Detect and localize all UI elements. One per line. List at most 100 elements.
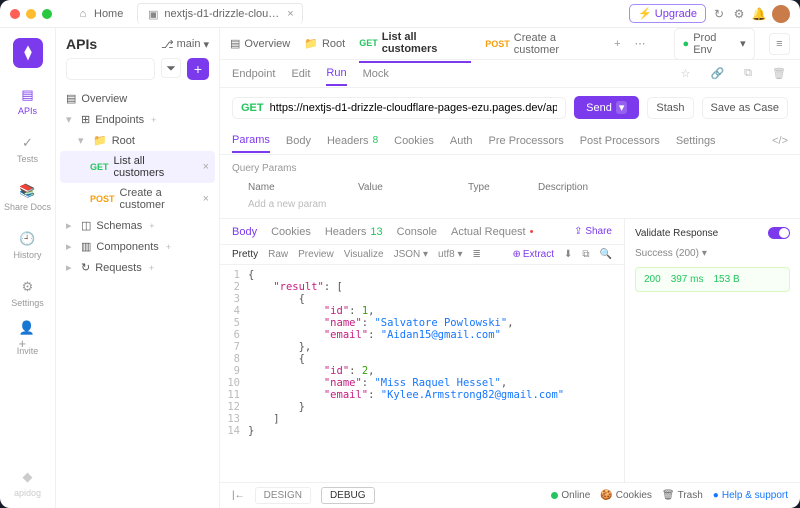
wrap-lines-icon[interactable]: ≣ xyxy=(473,249,481,260)
add-param-row[interactable]: Add a new param xyxy=(232,195,788,214)
resptab-headers[interactable]: Headers 13 xyxy=(325,222,383,242)
filter-button[interactable]: ⏷ xyxy=(161,58,181,78)
view-utf8[interactable]: utf8 ▾ xyxy=(438,249,463,260)
subtab-run[interactable]: Run xyxy=(326,62,346,86)
tree-root-folder[interactable]: ▾ 📁 Root xyxy=(60,130,215,151)
resptab-body[interactable]: Body xyxy=(232,222,257,242)
resptab-cookies[interactable]: Cookies xyxy=(271,222,311,242)
add-endpoint-icon[interactable]: + xyxy=(151,115,156,125)
gear-icon[interactable]: ⚙ xyxy=(732,7,746,21)
add-request-icon[interactable]: + xyxy=(149,263,154,273)
stash-button[interactable]: Stash xyxy=(647,97,693,119)
add-tab-button[interactable]: + xyxy=(614,38,620,50)
tree-components[interactable]: ▸ ▥ Components + xyxy=(60,236,215,257)
code-icon[interactable]: </> xyxy=(772,135,788,147)
avatar[interactable] xyxy=(772,5,790,23)
line-number: 10 xyxy=(220,377,248,389)
minimize-window-icon[interactable] xyxy=(26,9,36,19)
close-item-icon[interactable]: × xyxy=(203,193,209,205)
sidebar-item-settings[interactable]: ⚙ Settings xyxy=(11,278,44,308)
tab-more-icon[interactable]: ⋯ xyxy=(635,37,646,50)
url-bar[interactable]: GET xyxy=(232,97,566,119)
sidebar-item-apis[interactable]: ▤ APIs xyxy=(18,86,37,116)
share-response-button[interactable]: ⇪ Share xyxy=(574,226,612,237)
sidebar-item-share-docs[interactable]: 📚 Share Docs xyxy=(4,182,51,212)
tab-create-customer[interactable]: POST Create a customer xyxy=(485,26,600,62)
reqtab-settings[interactable]: Settings xyxy=(676,130,716,152)
response-body-code[interactable]: 1{2 "result": [3 {4 "id": 1,5 "name": "S… xyxy=(220,265,624,482)
tab-home[interactable]: ⌂ Home xyxy=(68,4,131,24)
reqtab-post[interactable]: Post Processors xyxy=(580,130,660,152)
tree-schemas[interactable]: ▸ ◫ Schemas + xyxy=(60,215,215,236)
validate-toggle[interactable] xyxy=(768,227,790,239)
subtab-endpoint[interactable]: Endpoint xyxy=(232,63,275,85)
footer-debug-button[interactable]: DEBUG xyxy=(321,487,375,504)
tree-requests[interactable]: ▸ ↻ Requests + xyxy=(60,257,215,278)
tree-search-input[interactable] xyxy=(66,58,155,80)
reqtab-body[interactable]: Body xyxy=(286,130,311,152)
close-window-icon[interactable] xyxy=(10,9,20,19)
url-input[interactable] xyxy=(270,102,558,114)
download-icon[interactable]: ⬇ xyxy=(564,249,572,260)
success-select[interactable]: Success (200) ▾ xyxy=(635,248,707,259)
resptab-console[interactable]: Console xyxy=(397,222,437,242)
subtab-edit[interactable]: Edit xyxy=(291,63,310,85)
reqtab-headers[interactable]: Headers 8 xyxy=(327,130,378,152)
extract-button[interactable]: ⊕ Extract xyxy=(513,249,555,260)
add-component-icon[interactable]: + xyxy=(166,242,171,252)
window-controls[interactable] xyxy=(10,9,52,19)
collapse-icon: ▸ xyxy=(66,240,76,253)
close-item-icon[interactable]: × xyxy=(203,161,209,173)
copy-icon[interactable]: ⧉ xyxy=(742,65,754,82)
refresh-icon[interactable]: ↻ xyxy=(712,7,726,21)
view-raw[interactable]: Raw xyxy=(268,249,288,260)
sidebar-item-invite[interactable]: 👤+ Invite xyxy=(17,326,39,356)
save-case-button[interactable]: Save as Case xyxy=(702,97,788,119)
tab-root[interactable]: 📁 Root xyxy=(304,31,345,56)
bell-icon[interactable]: 🔔 xyxy=(752,7,766,21)
view-visualize[interactable]: Visualize xyxy=(344,249,384,260)
sidebar-item-apidog[interactable]: ◆ apidog xyxy=(14,468,41,498)
tree-endpoint-list-customers[interactable]: GET List all customers × xyxy=(60,151,215,183)
upgrade-button[interactable]: ⚡ Upgrade xyxy=(629,4,706,23)
environment-selector[interactable]: ● Prod Env ▾ xyxy=(674,28,755,60)
sidebar-item-history[interactable]: 🕘 History xyxy=(13,230,41,260)
delete-icon[interactable]: 🗑 xyxy=(770,65,788,82)
resptab-actual[interactable]: Actual Request • xyxy=(451,222,533,242)
footer-cookies[interactable]: 🍪 Cookies xyxy=(600,490,652,501)
close-tab-icon[interactable]: × xyxy=(287,8,293,20)
subtab-mock[interactable]: Mock xyxy=(363,63,389,85)
sidebar-item-tests[interactable]: ✓ Tests xyxy=(17,134,38,164)
bookmark-icon[interactable]: ☆ xyxy=(679,65,693,82)
reqtab-auth[interactable]: Auth xyxy=(450,130,473,152)
app-logo-icon[interactable] xyxy=(13,38,43,68)
maximize-window-icon[interactable] xyxy=(42,9,52,19)
reqtab-params[interactable]: Params xyxy=(232,129,270,153)
branch-selector[interactable]: ⎇ main ▾ xyxy=(161,38,209,51)
add-button[interactable]: + xyxy=(187,58,209,80)
collapse-footer-icon[interactable]: |← xyxy=(232,490,245,501)
footer-help[interactable]: ● Help & support xyxy=(713,490,788,501)
tree-overview[interactable]: ▤ Overview xyxy=(60,88,215,109)
reqtab-cookies[interactable]: Cookies xyxy=(394,130,434,152)
view-preview[interactable]: Preview xyxy=(298,249,334,260)
copy-response-icon[interactable]: ⧉ xyxy=(582,249,589,260)
send-dropdown-icon[interactable]: ▾ xyxy=(616,101,628,114)
env-menu-button[interactable]: ≡ xyxy=(769,33,790,55)
view-json[interactable]: JSON ▾ xyxy=(394,249,428,260)
reqtab-pre[interactable]: Pre Processors xyxy=(489,130,564,152)
search-response-icon[interactable]: 🔍 xyxy=(600,249,612,260)
tree-endpoint-create-customer[interactable]: POST Create a customer × xyxy=(60,183,215,215)
send-button[interactable]: Send ▾ xyxy=(574,96,639,119)
tab-list-customers[interactable]: GET List all customers xyxy=(359,25,471,63)
components-icon: ▥ xyxy=(81,240,91,253)
footer-trash[interactable]: 🗑 Trash xyxy=(662,490,703,501)
tree-endpoints[interactable]: ▾ ⊞ Endpoints + xyxy=(60,109,215,130)
url-method[interactable]: GET xyxy=(241,102,264,114)
tab-overview[interactable]: ▤ Overview xyxy=(230,31,290,56)
add-schema-icon[interactable]: + xyxy=(149,221,154,231)
view-pretty[interactable]: Pretty xyxy=(232,249,258,260)
link-icon[interactable]: 🔗 xyxy=(708,65,726,82)
tab-project[interactable]: ▣ nextjs-d1-drizzle-clou… × xyxy=(137,3,302,24)
footer-design-button[interactable]: DESIGN xyxy=(255,487,311,504)
